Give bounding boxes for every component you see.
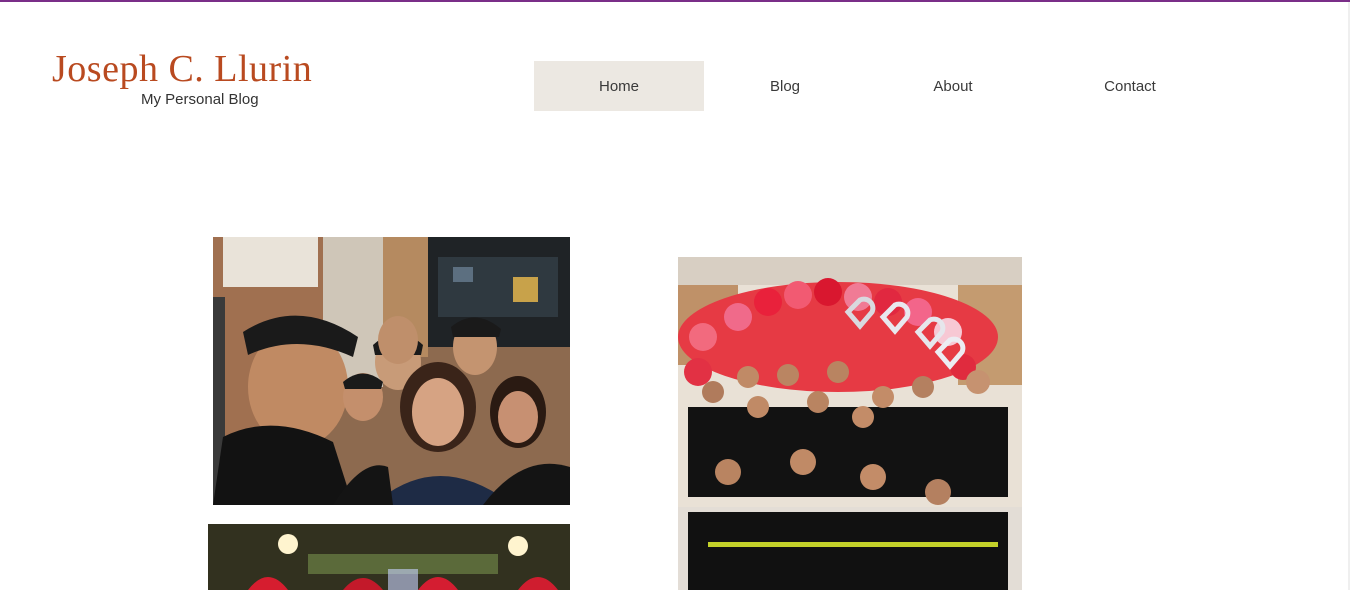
nav-item-label: Home — [598, 77, 639, 95]
nav-item-label: Blog — [769, 77, 801, 95]
site-brand[interactable]: Joseph C. Llurin My Personal Blog — [52, 46, 352, 108]
photo-crew-balloon-arch[interactable] — [678, 257, 1022, 590]
nav-item-about[interactable]: About — [866, 61, 1040, 111]
nav-item-label: Contact — [1104, 77, 1156, 95]
top-accent-line — [0, 0, 1350, 2]
nav-item-home[interactable]: Home — [534, 61, 704, 111]
site-subtitle: My Personal Blog — [141, 91, 259, 108]
nav-item-label: About — [933, 77, 973, 95]
nav-item-contact[interactable]: Contact — [1040, 61, 1220, 111]
photo-crew-selfie[interactable] — [213, 237, 570, 505]
nav-item-blog[interactable]: Blog — [704, 61, 866, 111]
site-title[interactable]: Joseph C. Llurin — [52, 46, 352, 92]
photo-heart-decor[interactable] — [208, 524, 570, 590]
main-nav: Home Blog About Contact — [534, 61, 1220, 111]
